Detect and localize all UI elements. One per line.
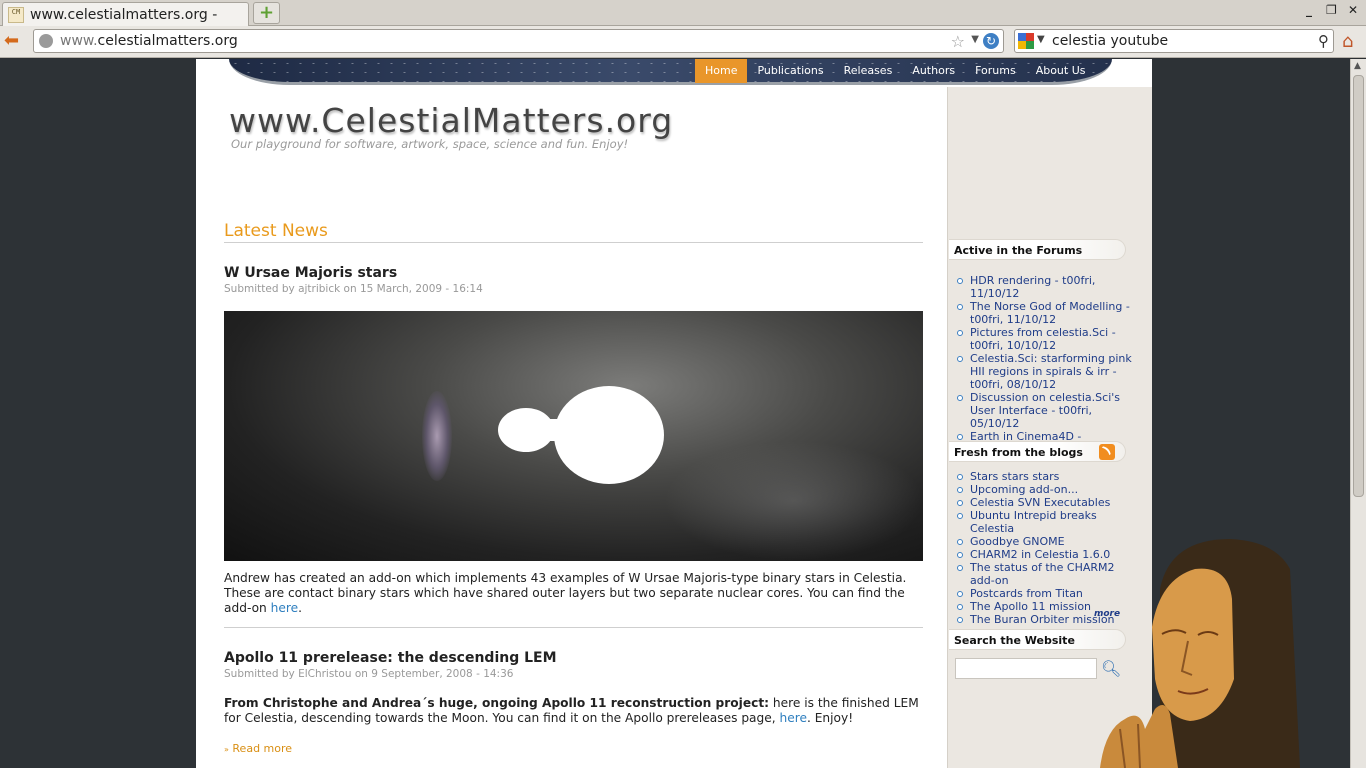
double-chevron-icon: »: [224, 745, 229, 754]
google-icon[interactable]: [1018, 33, 1034, 49]
site-tagline: Our playground for software, artwork, sp…: [231, 137, 629, 151]
list-item[interactable]: The Norse God of Modelling - t00fri, 11/…: [956, 300, 1138, 326]
reload-icon[interactable]: ↻: [983, 33, 999, 49]
post-divider: [224, 627, 923, 628]
nav-authors[interactable]: Authors: [902, 59, 965, 83]
site-title[interactable]: www.CelestialMatters.org: [229, 101, 673, 140]
nav-publications[interactable]: Publications: [747, 59, 833, 83]
post-author[interactable]: ElChristou: [298, 668, 351, 680]
list-item[interactable]: Celestia.Sci: starforming pink HII regio…: [956, 352, 1138, 391]
nav-releases[interactable]: Releases: [834, 59, 903, 83]
bookmark-star-icon[interactable]: ☆: [951, 32, 965, 51]
new-tab-button[interactable]: +: [253, 2, 280, 24]
search-bar[interactable]: ▼ celestia youtube ⚲: [1014, 29, 1334, 53]
list-item[interactable]: HDR rendering - t00fri, 11/10/12: [956, 274, 1138, 300]
post-body: Andrew has created an add-on which imple…: [224, 571, 907, 615]
search-query[interactable]: celestia youtube: [1052, 33, 1168, 49]
plus-icon: +: [258, 2, 275, 23]
post-title[interactable]: Apollo 11 prerelease: the descending LEM: [224, 650, 557, 666]
forums-block-title: Active in the Forums: [949, 239, 1126, 260]
section-title: Latest News: [224, 221, 923, 243]
browser-tab[interactable]: CM www.celestialmatters.org -: [2, 2, 249, 26]
page-viewport: Home Publications Releases Authors Forum…: [0, 59, 1366, 768]
mona-lisa-illustration: [1100, 539, 1300, 768]
list-item[interactable]: Upcoming add-on...: [956, 483, 1138, 496]
post-image[interactable]: [224, 311, 923, 561]
list-item[interactable]: Pictures from celestia.Sci - t00fri, 10/…: [956, 326, 1138, 352]
list-item[interactable]: Stars stars stars: [956, 470, 1138, 483]
post-author[interactable]: ajtribick: [298, 283, 340, 295]
blogs-block-title: Fresh from the blogs: [949, 441, 1126, 462]
minimize-button[interactable]: _: [1306, 3, 1312, 17]
maximize-button[interactable]: ❐: [1326, 3, 1337, 17]
list-item[interactable]: Discussion on celestia.Sci's User Interf…: [956, 391, 1138, 430]
post-title[interactable]: W Ursae Majoris stars: [224, 265, 397, 281]
nav-home[interactable]: Home: [695, 59, 748, 83]
tab-title: www.celestialmatters.org -: [30, 7, 218, 23]
history-dropdown-icon[interactable]: ▼: [971, 34, 979, 45]
globe-icon: [39, 34, 53, 48]
nav-about-us[interactable]: About Us: [1026, 59, 1096, 83]
nav-forums[interactable]: Forums: [965, 59, 1026, 83]
back-arrow-icon[interactable]: ⬅: [4, 32, 24, 52]
list-item[interactable]: Celestia SVN Executables: [956, 496, 1138, 509]
site-favicon-icon: CM: [8, 7, 24, 23]
navigation-toolbar: ⬅ www.celestialmatters.org ☆ ▼ ↻ ▼ celes…: [0, 26, 1366, 58]
address-bar[interactable]: www.celestialmatters.org ☆ ▼ ↻: [33, 29, 1004, 53]
engine-dropdown-icon[interactable]: ▼: [1037, 34, 1045, 45]
read-more-link[interactable]: » Read more: [224, 742, 292, 755]
post-meta: Submitted by ajtribick on 15 March, 2009…: [224, 283, 483, 295]
tab-strip: CM www.celestialmatters.org - + _ ❐ ✕: [0, 0, 1366, 26]
post-meta: Submitted by ElChristou on 9 September, …: [224, 668, 514, 680]
main-nav: Home Publications Releases Authors Forum…: [695, 59, 1096, 83]
home-icon[interactable]: ⌂: [1342, 31, 1353, 52]
page-container: Home Publications Releases Authors Forum…: [196, 59, 1152, 768]
vertical-scrollbar[interactable]: ▲: [1350, 59, 1366, 768]
scroll-thumb[interactable]: [1353, 75, 1364, 497]
close-window-button[interactable]: ✕: [1348, 3, 1358, 17]
forums-list: HDR rendering - t00fri, 11/10/12 The Nor…: [956, 274, 1138, 456]
magnifier-icon[interactable]: ⚲: [1318, 32, 1329, 50]
rss-icon[interactable]: [1099, 444, 1115, 460]
site-search-input[interactable]: [955, 658, 1097, 679]
scroll-up-icon[interactable]: ▲: [1354, 61, 1361, 71]
post-link-here[interactable]: here: [271, 601, 298, 615]
post-link-here[interactable]: here: [780, 711, 807, 725]
post-body: From Christophe and Andrea´s huge, ongoi…: [224, 696, 919, 725]
url-text[interactable]: www.celestialmatters.org: [60, 33, 238, 49]
